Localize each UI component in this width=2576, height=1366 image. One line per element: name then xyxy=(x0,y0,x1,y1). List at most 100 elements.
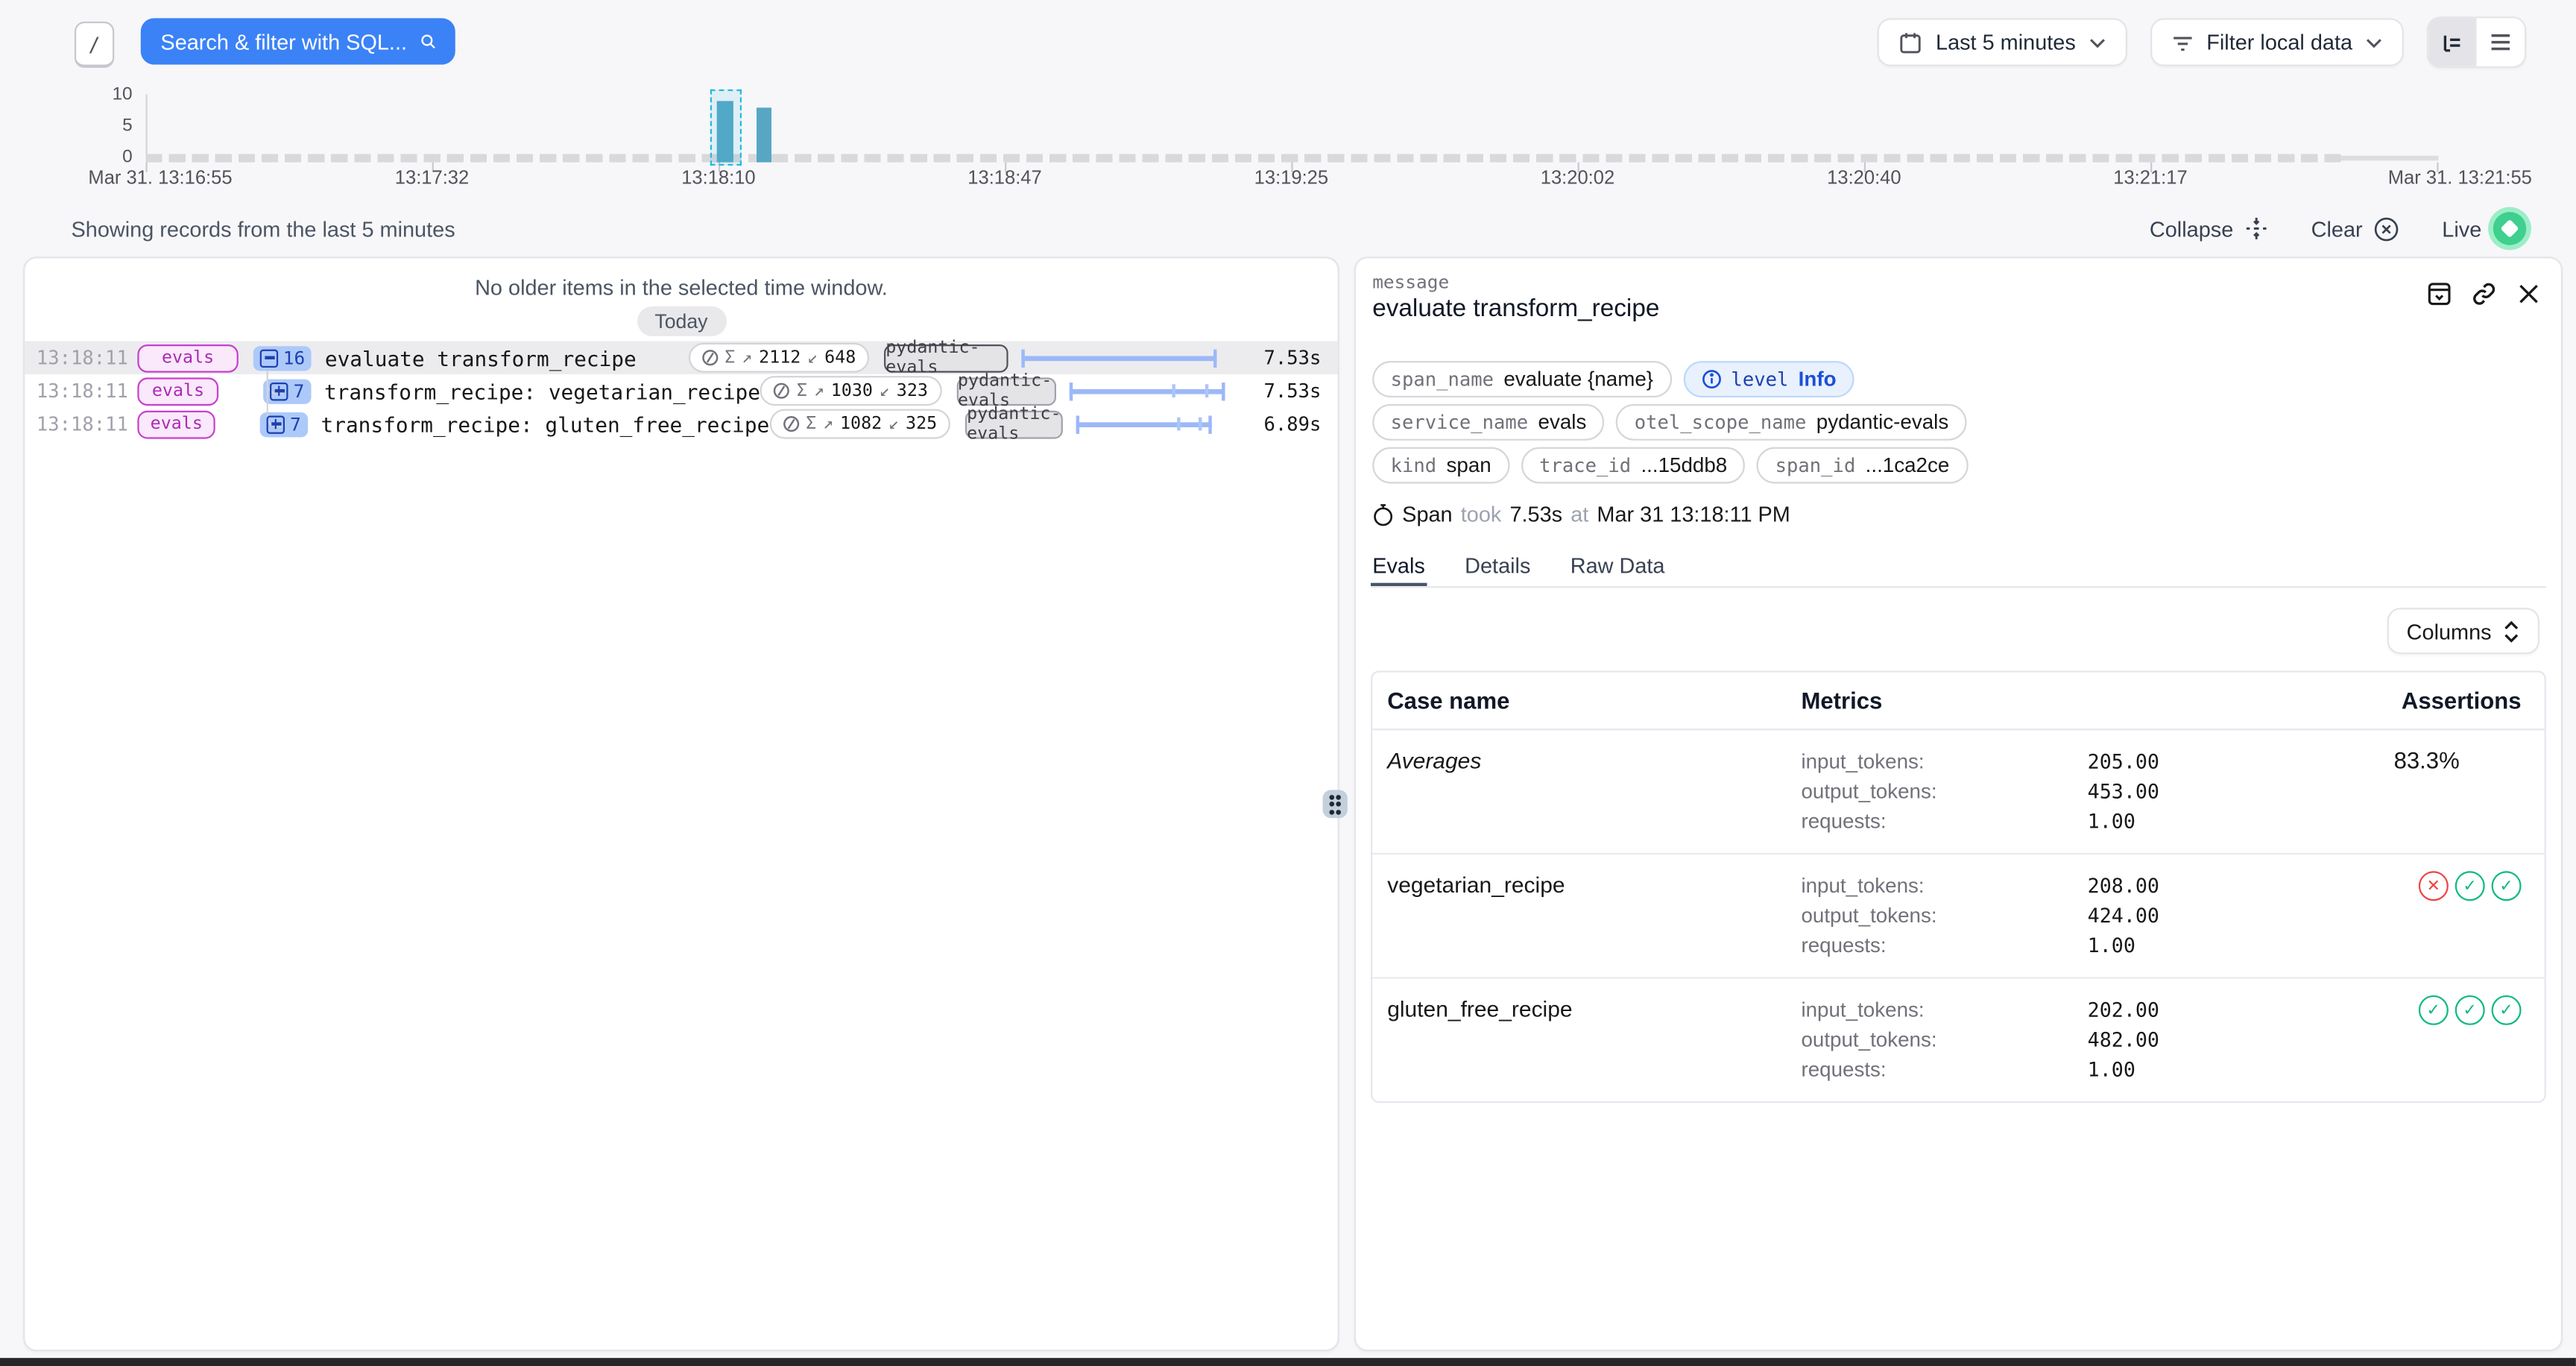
attr-value: evaluate {name} xyxy=(1503,368,1653,391)
histogram-bar[interactable] xyxy=(757,107,771,163)
eval-row-averages[interactable]: Averages input_tokens:205.00 output_toke… xyxy=(1372,730,2544,854)
token-metrics-chip[interactable]: Σ ↗1030 ↙323 xyxy=(760,376,941,406)
output-arrow-icon: ↙ xyxy=(888,414,899,434)
tab-evals[interactable]: Evals xyxy=(1371,543,1427,586)
showing-records-text: Showing records from the last 5 minutes xyxy=(72,217,455,242)
assertions-percentage: 83.3% xyxy=(2394,747,2460,774)
attr-chip-service-name[interactable]: service_name evals xyxy=(1372,404,1605,441)
tree-view-icon xyxy=(2442,32,2463,52)
sigma-icon: Σ xyxy=(724,347,735,368)
attr-chip-span-name[interactable]: span_name evaluate {name} xyxy=(1372,361,1671,397)
x-axis-label: 13:18:47 xyxy=(967,169,1041,189)
search-button-label: Search & filter with SQL... xyxy=(160,29,407,54)
today-pill[interactable]: Today xyxy=(637,306,726,336)
attr-chip-level[interactable]: level Info xyxy=(1683,361,1854,397)
output-tokens: 648 xyxy=(824,347,856,368)
status-row: Showing records from the last 5 minutes … xyxy=(0,212,2576,248)
records-histogram[interactable]: 10 5 0 Mar 31. 13:16:5513:17:3213:18:101… xyxy=(0,88,2576,191)
live-toggle[interactable]: Live xyxy=(2442,212,2526,245)
attr-value: Info xyxy=(1799,368,1837,391)
collapse-button[interactable]: Collapse xyxy=(2150,216,2268,241)
info-icon xyxy=(1701,369,1721,389)
span-row-vegetarian-recipe[interactable]: 13:18:11 evals 7 transform_recipe: veget… xyxy=(25,374,1337,407)
token-coin-icon xyxy=(783,415,799,432)
otel-scope-tag[interactable]: pydantic-evals xyxy=(884,344,1008,372)
clear-button[interactable]: Clear xyxy=(2311,216,2399,241)
list-view-icon xyxy=(2490,33,2511,51)
x-axis-label: 13:20:40 xyxy=(1827,169,1901,189)
view-mode-toggle xyxy=(2427,16,2526,68)
tree-view-button[interactable] xyxy=(2428,18,2476,66)
assertion-icons: ✕✓✓ xyxy=(2394,871,2545,960)
columns-button[interactable]: Columns xyxy=(2387,608,2539,654)
panel-resize-handle[interactable] xyxy=(1323,790,1348,818)
dock-panel-button[interactable] xyxy=(2425,280,2452,306)
attr-key: otel_scope_name xyxy=(1635,411,1807,434)
span-rows: 13:18:11 evals 16 evaluate transform_rec… xyxy=(25,342,1337,441)
otel-scope-tag[interactable]: pydantic-evals xyxy=(965,410,1063,438)
x-axis-label: 13:21:17 xyxy=(2113,169,2187,189)
span-title: transform_recipe: gluten_free_recipe xyxy=(321,412,770,436)
column-header-metrics: Metrics xyxy=(1801,687,2393,714)
token-metrics-chip[interactable]: Σ ↗1082 ↙325 xyxy=(769,409,950,439)
close-panel-button[interactable] xyxy=(2515,280,2542,306)
chevron-up-down-icon xyxy=(2503,620,2519,642)
assertion-fail-icon: ✕ xyxy=(2419,871,2449,901)
token-coin-icon xyxy=(774,383,790,399)
span-duration-bar xyxy=(1070,381,1226,401)
chevron-down-icon xyxy=(2366,37,2382,47)
search-icon xyxy=(420,30,435,53)
otel-scope-tag[interactable]: pydantic-evals xyxy=(956,377,1056,405)
evals-table-header: Case name Metrics Assertions xyxy=(1372,673,2544,731)
live-indicator-icon xyxy=(2493,212,2526,245)
chevron-down-icon xyxy=(2089,37,2106,47)
attr-chip-trace-id[interactable]: trace_id ...15ddb8 xyxy=(1521,447,1746,484)
x-axis-label: 13:20:02 xyxy=(1541,169,1614,189)
chart-plot[interactable] xyxy=(145,95,2575,163)
input-arrow-icon: ↗ xyxy=(814,381,824,401)
selected-bucket-outline xyxy=(710,89,742,166)
clear-circle-x-icon xyxy=(2374,216,2399,241)
span-duration: 7.53s xyxy=(1263,380,1321,403)
no-older-items-text: No older items in the selected time wind… xyxy=(25,275,1337,300)
assertion-pass-icon: ✓ xyxy=(2419,995,2449,1025)
search-button[interactable]: Search & filter with SQL... xyxy=(141,18,455,64)
span-row-gluten-free-recipe[interactable]: 13:18:11 evals 7 transform_recipe: glute… xyxy=(25,407,1337,440)
input-arrow-icon: ↗ xyxy=(823,414,833,434)
list-view-button[interactable] xyxy=(2477,18,2525,66)
service-tag-evals[interactable]: evals xyxy=(137,410,215,438)
eval-row-gluten-free-recipe[interactable]: gluten_free_recipe input_tokens:202.00 o… xyxy=(1372,979,2544,1101)
y-axis-label: 0 xyxy=(66,148,133,168)
eval-row-vegetarian-recipe[interactable]: vegetarian_recipe input_tokens:208.00 ou… xyxy=(1372,854,2544,979)
attr-value: pydantic-evals xyxy=(1816,411,1948,434)
attr-key: span_name xyxy=(1391,368,1494,391)
span-title: evaluate transform_recipe xyxy=(325,345,637,370)
span-row-evaluate-transform-recipe[interactable]: 13:18:11 evals 16 evaluate transform_rec… xyxy=(25,342,1337,374)
time-range-button[interactable]: Last 5 minutes xyxy=(1878,18,2127,66)
collapse-children-badge[interactable]: 16 xyxy=(253,345,312,370)
token-metrics-chip[interactable]: Σ ↗2112 ↙648 xyxy=(688,343,869,373)
assertion-pass-icon: ✓ xyxy=(2492,995,2522,1025)
copy-link-button[interactable] xyxy=(2470,280,2497,306)
attr-chip-kind[interactable]: kind span xyxy=(1372,447,1509,484)
attr-chip-span-id[interactable]: span_id ...1ca2ce xyxy=(1757,447,1968,484)
span-duration: 7.53s xyxy=(1255,346,1322,369)
y-axis-label: 5 xyxy=(66,116,133,136)
service-tag-evals[interactable]: evals xyxy=(137,344,238,372)
sigma-icon: Σ xyxy=(797,381,807,401)
child-count: 16 xyxy=(283,347,305,368)
window-bottom-edge xyxy=(0,1358,2576,1366)
output-arrow-icon: ↙ xyxy=(807,347,818,368)
column-header-case-name: Case name xyxy=(1372,687,1801,714)
tab-raw-data[interactable]: Raw Data xyxy=(1569,543,1667,586)
span-duration: 6.89s xyxy=(1263,412,1321,435)
minus-square-icon xyxy=(260,349,278,367)
tab-details[interactable]: Details xyxy=(1463,543,1532,586)
plus-square-icon xyxy=(271,382,288,400)
filter-local-data-button[interactable]: Filter local data xyxy=(2150,18,2404,66)
service-tag-evals[interactable]: evals xyxy=(137,377,218,405)
x-axis-label: Mar 31. 13:16:55 xyxy=(88,169,232,189)
assertion-icons: ✓✓✓ xyxy=(2394,995,2545,1085)
attr-chip-otel-scope-name[interactable]: otel_scope_name pydantic-evals xyxy=(1616,404,1966,441)
column-header-assertions: Assertions xyxy=(2394,687,2545,714)
